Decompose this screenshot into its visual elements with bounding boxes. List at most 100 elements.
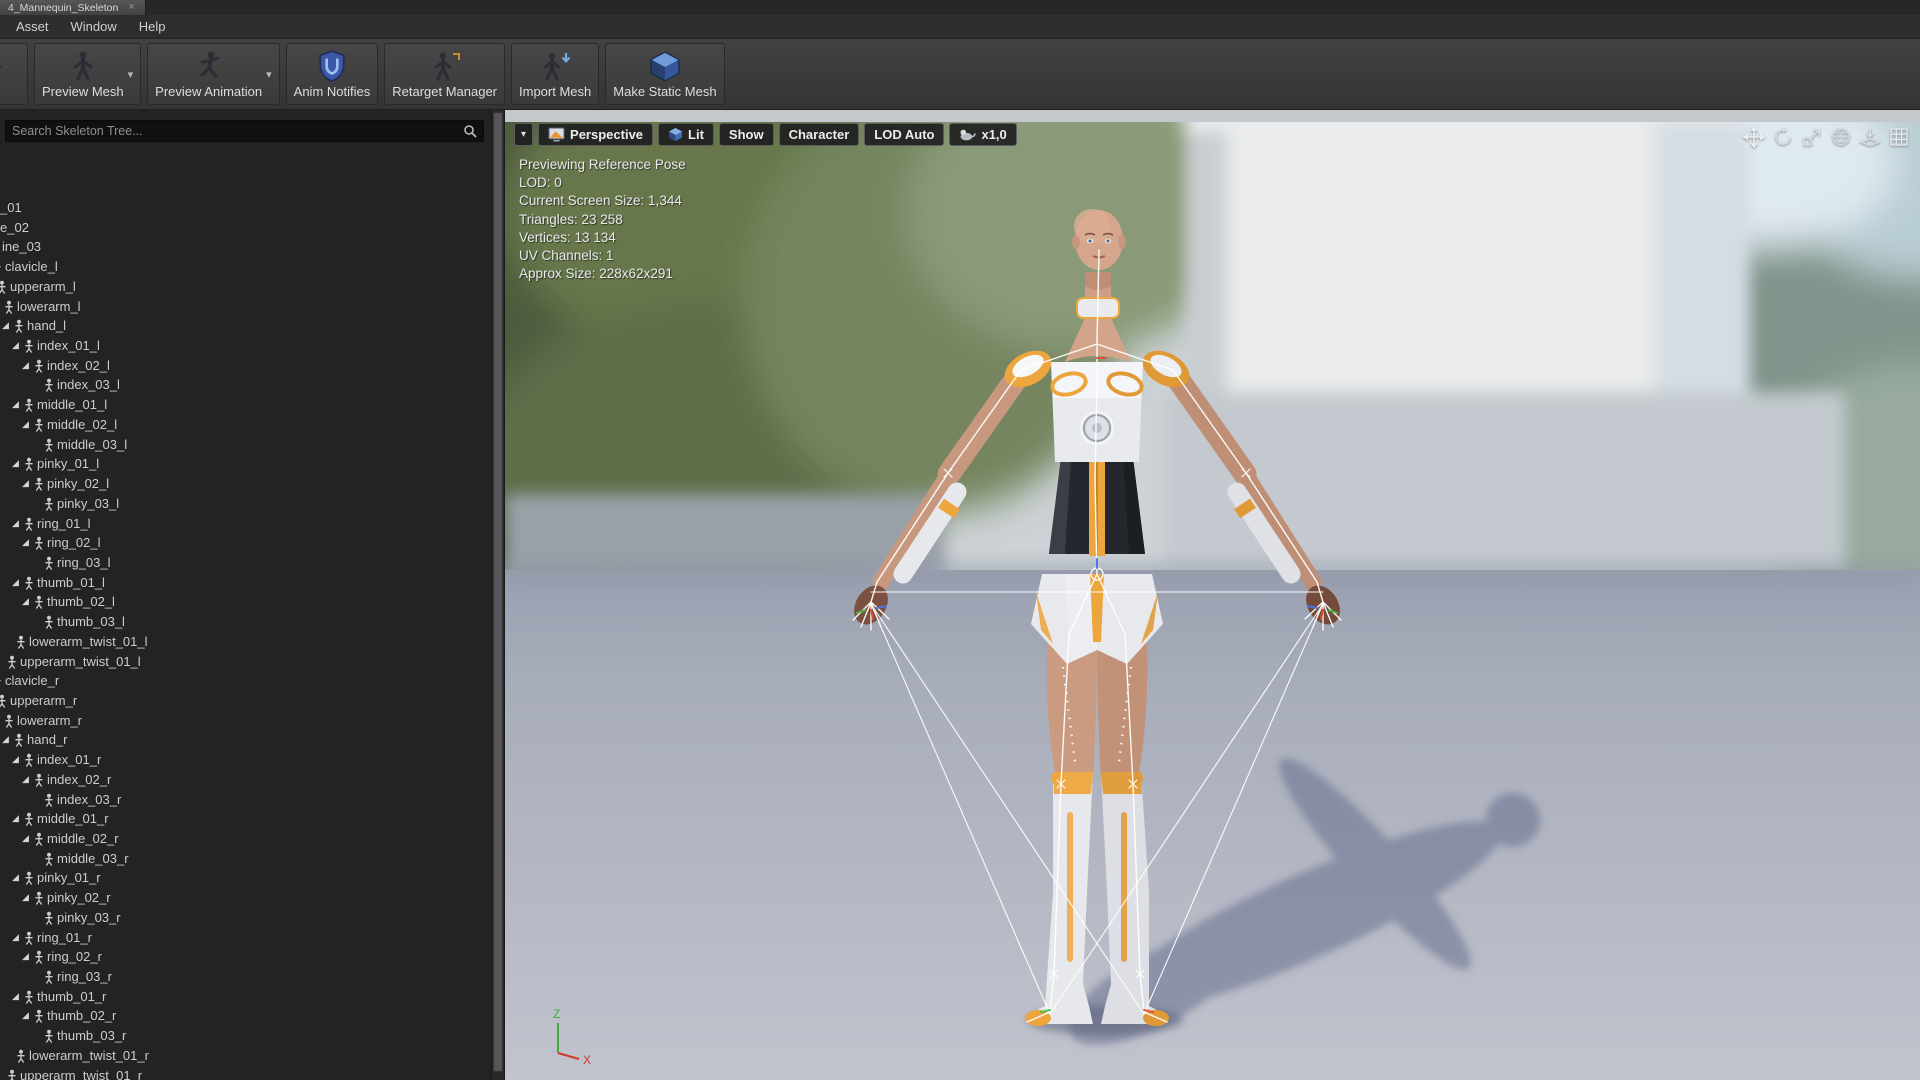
character-button[interactable]: Character: [778, 123, 860, 146]
viewport-3d-scene[interactable]: [505, 122, 1920, 1080]
tree-item-lowerarm_twist_01_l[interactable]: lowerarm_twist_01_l: [0, 632, 491, 652]
tree-item-ring_02_r[interactable]: ◢ ring_02_r: [0, 947, 491, 967]
make-static-mesh-button[interactable]: Make Static Mesh: [605, 43, 725, 105]
menu-asset[interactable]: Asset: [5, 15, 60, 39]
tree-expander-icon[interactable]: ◢: [12, 518, 19, 529]
tree-item-thumb_03_l[interactable]: thumb_03_l: [0, 612, 491, 632]
menu-window[interactable]: Window: [60, 15, 128, 39]
pose-button[interactable]: se: [0, 43, 28, 105]
pose-button-body: se: [0, 49, 20, 99]
tree-item-middle_03_l[interactable]: middle_03_l: [0, 435, 491, 455]
tree-item-index_03_l[interactable]: index_03_l: [0, 375, 491, 395]
tree-item-index_02_r[interactable]: ◢ index_02_r: [0, 770, 491, 790]
tree-expander-icon[interactable]: ◢: [22, 478, 29, 489]
tree-item-upperarm_twist_01_r[interactable]: upperarm_twist_01_r: [0, 1066, 491, 1080]
tree-item-lowerarm_r[interactable]: lowerarm_r: [0, 711, 491, 731]
tree-item-upperarm_twist_01_l[interactable]: upperarm_twist_01_l: [0, 652, 491, 672]
tree-item-upperarm_l[interactable]: upperarm_l: [0, 277, 491, 297]
tree-item-upperarm_r[interactable]: upperarm_r: [0, 691, 491, 711]
tree-item-_01[interactable]: _01: [0, 198, 491, 218]
lod-auto-button[interactable]: LOD Auto: [864, 123, 945, 146]
tree-item-ring_01_r[interactable]: ◢ ring_01_r: [0, 928, 491, 948]
tree-item-clavicle_l[interactable]: clavicle_l: [0, 257, 491, 277]
tree-item-middle_02_l[interactable]: ◢ middle_02_l: [0, 415, 491, 435]
tree-item-clavicle_r[interactable]: clavicle_r: [0, 671, 491, 691]
tree-item-e_02[interactable]: e_02: [0, 218, 491, 238]
tree-item-index_03_r[interactable]: index_03_r: [0, 790, 491, 810]
tree-item-middle_01_l[interactable]: ◢ middle_01_l: [0, 395, 491, 415]
grid-snap-toggle[interactable]: [1887, 125, 1910, 148]
import-mesh-button[interactable]: Import Mesh: [511, 43, 600, 105]
asset-tab[interactable]: 4_Mannequin_Skeleton ×: [0, 0, 146, 15]
tab-close-icon[interactable]: ×: [128, 2, 134, 13]
tree-item-thumb_02_r[interactable]: ◢ thumb_02_r: [0, 1006, 491, 1026]
tree-item-pinky_03_l[interactable]: pinky_03_l: [0, 494, 491, 514]
tree-item-pinky_01_l[interactable]: ◢ pinky_01_l: [0, 454, 491, 474]
tree-item-thumb_02_l[interactable]: ◢ thumb_02_l: [0, 592, 491, 612]
tree-expander-icon[interactable]: ◢: [12, 399, 19, 410]
show-button[interactable]: Show: [718, 123, 774, 146]
tree-expander-icon[interactable]: ◢: [12, 991, 19, 1002]
tree-item-index_01_l[interactable]: ◢ index_01_l: [0, 336, 491, 356]
tree-expander-icon[interactable]: ◢: [22, 951, 29, 962]
anim-notifies-button[interactable]: Anim Notifies: [285, 43, 379, 105]
tree-item-middle_03_r[interactable]: middle_03_r: [0, 849, 491, 869]
tree-expander-icon[interactable]: ◢: [12, 872, 19, 883]
retarget-manager-button[interactable]: Retarget Manager: [384, 43, 506, 105]
tree-item-lowerarm_twist_01_r[interactable]: lowerarm_twist_01_r: [0, 1046, 491, 1066]
tree-expander-icon[interactable]: ◢: [12, 458, 19, 469]
tree-expander-icon[interactable]: ◢: [22, 537, 29, 548]
tree-item-lowerarm_l[interactable]: lowerarm_l: [0, 297, 491, 317]
tree-expander-icon[interactable]: ◢: [12, 577, 19, 588]
dropdown-caret-icon[interactable]: ▾: [266, 68, 272, 81]
tree-item-ring_03_l[interactable]: ring_03_l: [0, 553, 491, 573]
tree-expander-icon[interactable]: ◢: [22, 892, 29, 903]
tree-item-index_02_l[interactable]: ◢ index_02_l: [0, 356, 491, 376]
playback-speed-button[interactable]: x1,0: [949, 123, 1017, 146]
tree-expander-icon[interactable]: ◢: [2, 734, 9, 745]
tree-item-pinky_02_r[interactable]: ◢ pinky_02_r: [0, 888, 491, 908]
surface-snap-toggle[interactable]: [1858, 125, 1881, 148]
tree-item-pinky_03_r[interactable]: pinky_03_r: [0, 908, 491, 928]
tree-expander-icon[interactable]: ◢: [12, 754, 19, 765]
tree-expander-icon[interactable]: ◢: [22, 360, 29, 371]
tree-item-middle_01_r[interactable]: ◢ middle_01_r: [0, 809, 491, 829]
scale-tool[interactable]: [1800, 125, 1823, 148]
tree-item-pinky_01_r[interactable]: ◢ pinky_01_r: [0, 868, 491, 888]
lit-button[interactable]: Lit: [658, 123, 714, 146]
rotate-tool[interactable]: [1771, 125, 1794, 148]
tree-item-ring_02_l[interactable]: ◢ ring_02_l: [0, 533, 491, 553]
tree-item-pinky_02_l[interactable]: ◢ pinky_02_l: [0, 474, 491, 494]
world-space-toggle[interactable]: [1829, 125, 1852, 148]
bone-label: index_01_l: [37, 338, 100, 354]
preview-mesh-button[interactable]: Preview Mesh ▾: [34, 43, 142, 105]
tree-expander-icon[interactable]: ◢: [22, 774, 29, 785]
tree-item-hand_r[interactable]: ◢ hand_r: [0, 730, 491, 750]
tree-item-ring_03_r[interactable]: ring_03_r: [0, 967, 491, 987]
tree-item-thumb_01_r[interactable]: ◢ thumb_01_r: [0, 987, 491, 1007]
tree-item-thumb_03_r[interactable]: thumb_03_r: [0, 1026, 491, 1046]
tree-expander-icon[interactable]: ◢: [12, 340, 19, 351]
tree-expander-icon[interactable]: ◢: [12, 813, 19, 824]
dropdown-caret-icon[interactable]: ▾: [128, 68, 134, 81]
tree-scrollbar-thumb[interactable]: [493, 112, 503, 1072]
preview-animation-button[interactable]: Preview Animation ▾: [147, 43, 280, 105]
tree-item-middle_02_r[interactable]: ◢ middle_02_r: [0, 829, 491, 849]
perspective-button[interactable]: Perspective: [538, 123, 654, 146]
translate-tool[interactable]: [1742, 125, 1765, 148]
tree-item-hand_l[interactable]: ◢ hand_l: [0, 316, 491, 336]
tree-item-ine_03[interactable]: ine_03: [0, 237, 491, 257]
menu-help[interactable]: Help: [128, 15, 177, 39]
tree-expander-icon[interactable]: ◢: [2, 320, 9, 331]
tree-expander-icon[interactable]: ◢: [22, 1010, 29, 1021]
tree-expander-icon[interactable]: ◢: [22, 419, 29, 430]
viewport-options-button[interactable]: ▾: [514, 123, 534, 146]
tree-scrollbar[interactable]: [491, 110, 505, 1080]
tree-item-thumb_01_l[interactable]: ◢ thumb_01_l: [0, 573, 491, 593]
tree-expander-icon[interactable]: ◢: [12, 932, 19, 943]
tree-item-index_01_r[interactable]: ◢ index_01_r: [0, 750, 491, 770]
tree-expander-icon[interactable]: ◢: [22, 596, 29, 607]
tree-item-ring_01_l[interactable]: ◢ ring_01_l: [0, 514, 491, 534]
tree-expander-icon[interactable]: ◢: [22, 833, 29, 844]
search-input[interactable]: [12, 124, 457, 138]
